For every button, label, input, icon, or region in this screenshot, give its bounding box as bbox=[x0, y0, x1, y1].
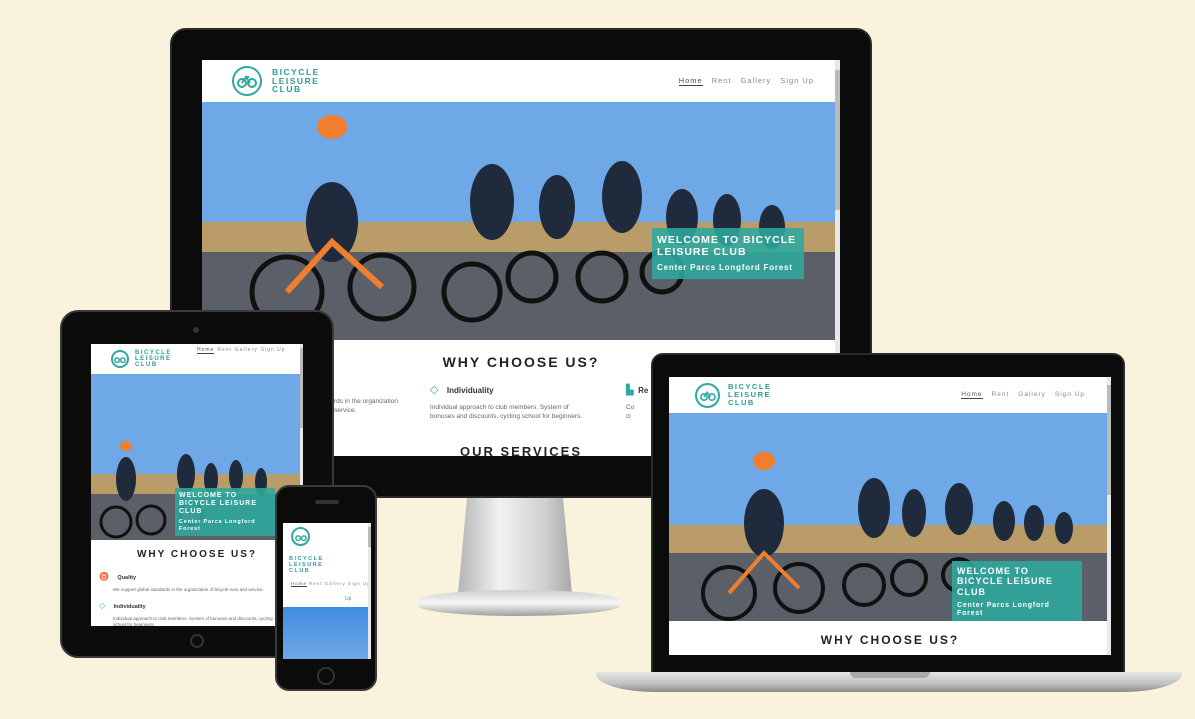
hero-subtitle: Center Parcs Longford Forest bbox=[657, 263, 793, 273]
hero-image: WELCOME TO BICYCLE LEISURE CLUB Center P… bbox=[669, 413, 1111, 621]
phone: BICYCLE LEISURE CLUB Home Rent Gallery Sig… bbox=[275, 485, 377, 691]
nav-rent[interactable]: Rent bbox=[992, 391, 1010, 399]
bicycle-logo-icon[interactable] bbox=[695, 382, 720, 408]
hero-title: WELCOME TO BICYCLE LEISURE CLUB bbox=[657, 234, 797, 259]
nav-rent[interactable]: Rent bbox=[712, 76, 732, 86]
scrollbar[interactable] bbox=[368, 523, 371, 659]
feature-partial-left: rds in the organization service. bbox=[334, 398, 398, 414]
scrollbar[interactable] bbox=[1107, 377, 1111, 655]
phone-screen: BICYCLE LEISURE CLUB Home Rent Gallery Sig… bbox=[283, 523, 371, 659]
nav-home[interactable]: Home bbox=[961, 391, 983, 399]
monitor-stand bbox=[458, 498, 572, 594]
feature-individuality: ◇ Individuality Individual approach to c… bbox=[99, 601, 273, 626]
feature-quality: ♉ Quality We support global standards in… bbox=[99, 572, 264, 592]
logo-text[interactable]: BICYCLE LEISURE CLUB bbox=[289, 556, 324, 574]
main-nav: Home Rent Gallery Sign Up bbox=[678, 76, 814, 86]
nav-gallery[interactable]: Gallery bbox=[325, 581, 346, 587]
hero-image: WELCOME TO BICYCLE LEISURE CLUB Center P… bbox=[91, 374, 303, 540]
logo-text[interactable]: BICYCLE LEISURE CLUB bbox=[272, 67, 320, 95]
nav-gallery[interactable]: Gallery bbox=[1018, 391, 1046, 399]
bicycle-logo-icon[interactable] bbox=[232, 66, 262, 96]
hero-overlay: WELCOME TO BICYCLE LEISURE CLUB Center P… bbox=[175, 488, 275, 537]
laptop: BICYCLE LEISURE CLUB Home Rent Gallery Sig… bbox=[651, 353, 1125, 683]
tablet-screen: BICYCLE LEISURE CLUB Home Rent Gallery Sig… bbox=[91, 344, 303, 626]
nav-sign-up[interactable]: Sign Up bbox=[261, 347, 286, 354]
logo-text[interactable]: BICYCLE LEISURE CLUB bbox=[728, 383, 771, 407]
laptop-screen: BICYCLE LEISURE CLUB Home Rent Gallery Sig… bbox=[669, 377, 1111, 655]
nav-gallery[interactable]: Gallery bbox=[741, 76, 772, 86]
phone-home-button[interactable] bbox=[317, 667, 335, 685]
laptop-notch bbox=[850, 672, 930, 678]
site-header: BICYCLE LEISURE CLUB Home Rent Gallery Sig… bbox=[202, 60, 840, 102]
diamond-icon: ◇ bbox=[99, 601, 106, 610]
feature-individuality: ◇ Individuality Individual approach to c… bbox=[430, 384, 583, 420]
monitor-base bbox=[418, 590, 620, 616]
tablet-home-button[interactable] bbox=[190, 634, 204, 648]
nav-sign-up[interactable]: Sign Up bbox=[1055, 391, 1085, 399]
hero-overlay: WELCOME TO BICYCLE LEISURE CLUB Center P… bbox=[952, 561, 1082, 621]
nav-home[interactable]: Home bbox=[197, 347, 215, 354]
hero-image bbox=[283, 607, 371, 659]
nav-gallery[interactable]: Gallery bbox=[235, 347, 258, 354]
hero-overlay: WELCOME TO BICYCLE LEISURE CLUB Center P… bbox=[652, 228, 804, 279]
main-nav: Home Rent Gallery Sign Up bbox=[961, 391, 1085, 399]
podium-icon: ▙ bbox=[626, 385, 634, 396]
bicycle-logo-icon[interactable] bbox=[291, 527, 310, 546]
logo-text[interactable]: BICYCLE LEISURE CLUB bbox=[135, 350, 172, 369]
hero-image: WELCOME TO BICYCLE LEISURE CLUB Center P… bbox=[202, 102, 840, 340]
why-choose-title: WHY CHOOSE US? bbox=[136, 549, 258, 560]
why-choose-title: WHY CHOOSE US? bbox=[820, 633, 960, 647]
nav-home[interactable]: Home bbox=[678, 76, 703, 86]
bicycle-logo-icon[interactable] bbox=[111, 350, 129, 368]
diamond-icon: ◇ bbox=[430, 384, 439, 396]
main-nav: Home Rent Gallery Sign Up bbox=[291, 581, 371, 587]
nav-rent[interactable]: Rent bbox=[309, 581, 323, 587]
nav-sign-up[interactable]: Sign Up bbox=[780, 76, 814, 86]
main-nav: Home Rent Gallery Sign Up bbox=[197, 347, 286, 354]
nav-rent[interactable]: Rent bbox=[217, 347, 232, 354]
nav-partial-item[interactable]: Up bbox=[345, 596, 351, 602]
phone-speaker bbox=[315, 500, 339, 504]
nav-home[interactable]: Home bbox=[291, 581, 308, 587]
medal-icon: ♉ bbox=[99, 572, 109, 581]
tablet-camera bbox=[193, 327, 199, 333]
